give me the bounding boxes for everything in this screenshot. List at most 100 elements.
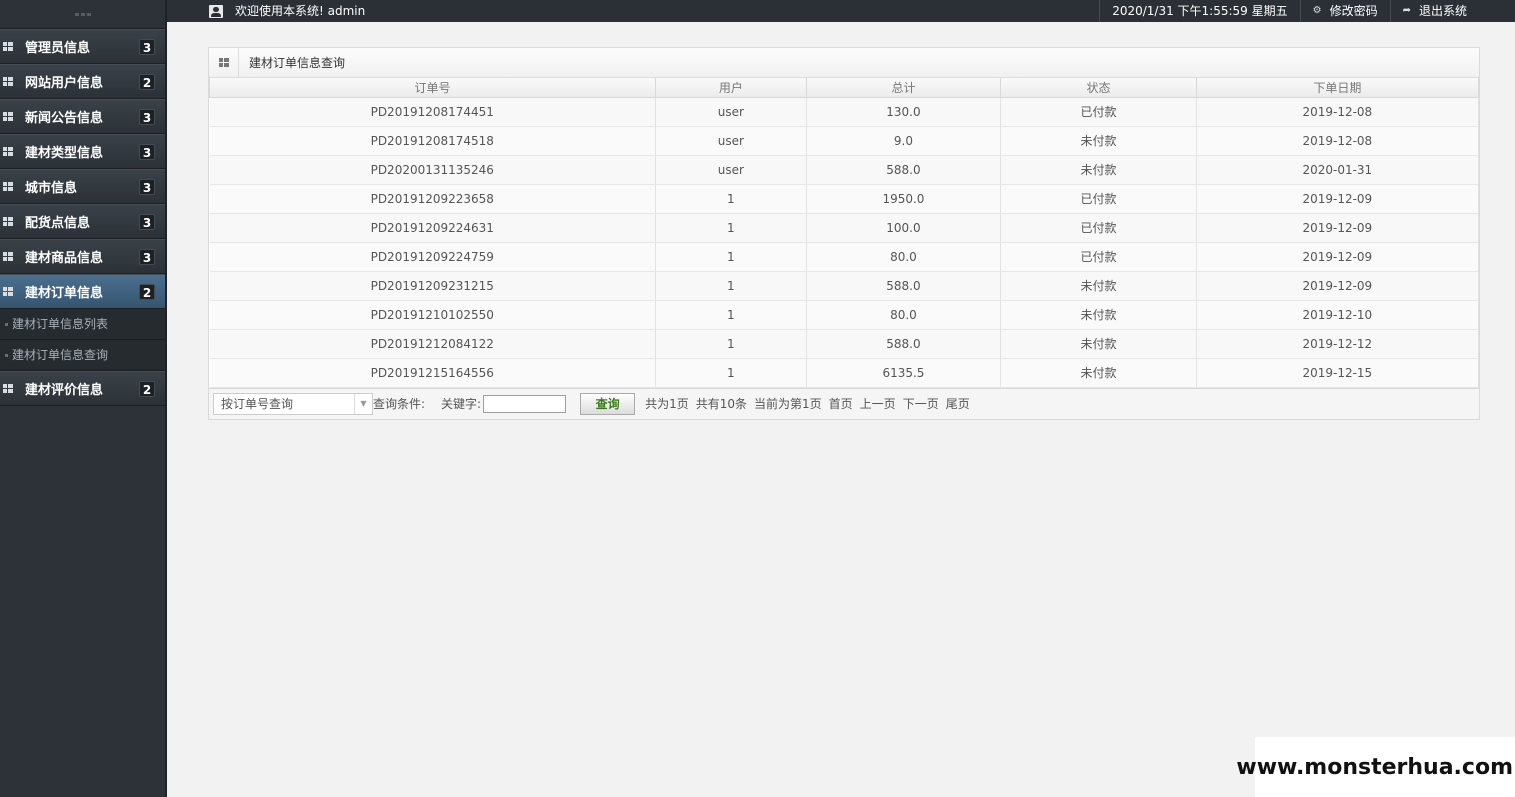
logout-link[interactable]: ➦ 退出系统 xyxy=(1389,0,1479,22)
logout-arrow-icon: ➦ xyxy=(1402,5,1411,16)
user-cell: user xyxy=(655,155,807,185)
column-header-user[interactable]: 用户 xyxy=(655,78,807,98)
sidebar-subitem-order-query[interactable]: 建材订单信息查询 xyxy=(0,340,165,371)
count-badge: 2 xyxy=(139,74,155,90)
change-password-label: 修改密码 xyxy=(1329,4,1378,18)
order-no-cell: PD20191209224759 xyxy=(209,242,657,272)
sidebar-item-review-info[interactable]: 建材评价信息 2 xyxy=(0,371,165,406)
sidebar-item-material-type-info[interactable]: 建材类型信息 3 xyxy=(0,134,165,169)
user-cell: 1 xyxy=(655,329,807,359)
total-cell: 588.0 xyxy=(806,329,1002,359)
sidebar-item-site-user-info[interactable]: 网站用户信息 2 xyxy=(0,64,165,99)
table-row[interactable]: PD20191209231215 1 588.0 未付款 2019-12-09 xyxy=(209,271,1480,301)
order-date-cell: 2019-12-09 xyxy=(1196,242,1480,272)
order-date-cell: 2019-12-10 xyxy=(1196,300,1480,330)
status-cell: 已付款 xyxy=(1000,242,1197,272)
grid-icon xyxy=(3,77,13,86)
order-date-cell: 2019-12-08 xyxy=(1196,126,1480,156)
order-no-cell: PD20191209231215 xyxy=(209,271,657,301)
sidebar-item-label: 建材订单信息 xyxy=(25,286,104,301)
table-row[interactable]: PD20200131135246 user 588.0 未付款 2020-01-31 xyxy=(209,155,1480,185)
order-date-cell: 2019-12-08 xyxy=(1196,97,1480,127)
next-page-link[interactable]: 下一页 xyxy=(903,395,939,412)
table-row[interactable]: PD20191209224631 1 100.0 已付款 2019-12-09 xyxy=(209,213,1480,243)
sidebar-item-label: 管理员信息 xyxy=(25,41,91,56)
total-cell: 130.0 xyxy=(806,97,1002,127)
table-row[interactable]: PD20191210102550 1 80.0 未付款 2019-12-10 xyxy=(209,300,1480,330)
grid-icon xyxy=(3,112,13,121)
condition-label: 查询条件: xyxy=(373,397,426,411)
status-cell: 未付款 xyxy=(1000,300,1197,330)
order-date-cell: 2019-12-09 xyxy=(1196,184,1480,214)
column-header-status[interactable]: 状态 xyxy=(1000,78,1197,98)
order-no-cell: PD20191210102550 xyxy=(209,300,657,330)
grid-icon xyxy=(3,287,13,296)
status-cell: 已付款 xyxy=(1000,213,1197,243)
sidebar-item-label: 网站用户信息 xyxy=(25,76,104,91)
sidebar-item-material-goods-info[interactable]: 建材商品信息 3 xyxy=(0,239,165,274)
grid-icon xyxy=(3,42,13,51)
sidebar-item-admin-info[interactable]: 管理员信息 3 xyxy=(0,29,165,64)
status-cell: 已付款 xyxy=(1000,97,1197,127)
query-toolbar: 按订单号查询 ▼ 查询条件: 关键字: 查询 共为1页 共有10条 当前为第1页… xyxy=(209,387,1479,419)
status-cell: 未付款 xyxy=(1000,329,1197,359)
sidebar-item-news-info[interactable]: 新闻公告信息 3 xyxy=(0,99,165,134)
user-cell: user xyxy=(655,126,807,156)
user-cell: 1 xyxy=(655,300,807,330)
table-row[interactable]: PD20191212084122 1 588.0 未付款 2019-12-12 xyxy=(209,329,1480,359)
total-cell: 80.0 xyxy=(806,242,1002,272)
change-password-link[interactable]: ⚙ 修改密码 xyxy=(1299,0,1390,22)
order-no-cell: PD20191212084122 xyxy=(209,329,657,359)
status-cell: 未付款 xyxy=(1000,126,1197,156)
query-field-select[interactable]: 按订单号查询 ▼ xyxy=(213,392,373,415)
sidebar-grip[interactable] xyxy=(0,0,165,29)
sidebar: 管理员信息 3 网站用户信息 2 新闻公告信息 3 建材类型信息 3 城市信息 3 配货点信息 3 建材… xyxy=(0,0,167,797)
grid-icon xyxy=(3,217,13,226)
count-badge: 3 xyxy=(139,109,155,125)
query-button[interactable]: 查询 xyxy=(580,392,636,415)
keyword-input[interactable] xyxy=(483,394,567,413)
column-header-total[interactable]: 总计 xyxy=(805,78,1002,98)
column-header-order-date[interactable]: 下单日期 xyxy=(1195,78,1480,98)
order-no-cell: PD20191215164556 xyxy=(209,358,657,388)
order-date-cell: 2020-01-31 xyxy=(1196,155,1480,185)
top-bar: 欢迎使用本系统! admin 2020/1/31 下午1:55:59 星期五 ⚙… xyxy=(167,0,1515,22)
total-cell: 100.0 xyxy=(806,213,1002,243)
total-cell: 9.0 xyxy=(806,126,1002,156)
sidebar-item-label: 建材类型信息 xyxy=(25,146,104,161)
prev-page-link[interactable]: 上一页 xyxy=(860,395,896,412)
count-badge: 3 xyxy=(139,249,155,265)
sidebar-item-city-info[interactable]: 城市信息 3 xyxy=(0,169,165,204)
first-page-link[interactable]: 首页 xyxy=(829,395,853,412)
count-badge: 2 xyxy=(139,284,155,300)
welcome-text: 欢迎使用本系统! admin xyxy=(235,4,366,18)
order-date-cell: 2019-12-12 xyxy=(1196,329,1480,359)
order-date-cell: 2019-12-09 xyxy=(1196,271,1480,301)
table-row[interactable]: PD20191208174451 user 130.0 已付款 2019-12-08 xyxy=(209,97,1480,127)
order-no-cell: PD20191209224631 xyxy=(209,213,657,243)
column-header-order-no[interactable]: 订单号 xyxy=(208,78,657,98)
total-cell: 6135.5 xyxy=(806,358,1002,388)
order-no-cell: PD20200131135246 xyxy=(209,155,657,185)
user-cell: 1 xyxy=(655,358,807,388)
user-cell: 1 xyxy=(655,242,807,272)
count-badge: 3 xyxy=(139,179,155,195)
order-table: 订单号 用户 总计 状态 下单日期 PD20191208174451 user 13… xyxy=(208,78,1480,388)
total-cell: 588.0 xyxy=(806,271,1002,301)
order-date-cell: 2019-12-09 xyxy=(1196,213,1480,243)
table-row[interactable]: PD20191209223658 1 1950.0 已付款 2019-12-09 xyxy=(209,184,1480,214)
total-cell: 80.0 xyxy=(806,300,1002,330)
sidebar-subitem-order-list[interactable]: 建材订单信息列表 xyxy=(0,309,165,340)
last-page-link[interactable]: 尾页 xyxy=(946,395,970,412)
sidebar-item-distribution-point-info[interactable]: 配货点信息 3 xyxy=(0,204,165,239)
order-no-cell: PD20191208174451 xyxy=(209,97,657,127)
sidebar-item-material-order-info[interactable]: 建材订单信息 2 xyxy=(0,274,165,309)
table-row[interactable]: PD20191208174518 user 9.0 未付款 2019-12-08 xyxy=(209,126,1480,156)
sidebar-item-label: 新闻公告信息 xyxy=(25,111,104,126)
grid-icon xyxy=(218,58,229,67)
user-cell: 1 xyxy=(655,213,807,243)
table-row[interactable]: PD20191215164556 1 6135.5 未付款 2019-12-15 xyxy=(209,358,1480,388)
table-row[interactable]: PD20191209224759 1 80.0 已付款 2019-12-09 xyxy=(209,242,1480,272)
datetime-text: 2020/1/31 下午1:55:59 星期五 xyxy=(1112,4,1288,18)
status-cell: 已付款 xyxy=(1000,184,1197,214)
